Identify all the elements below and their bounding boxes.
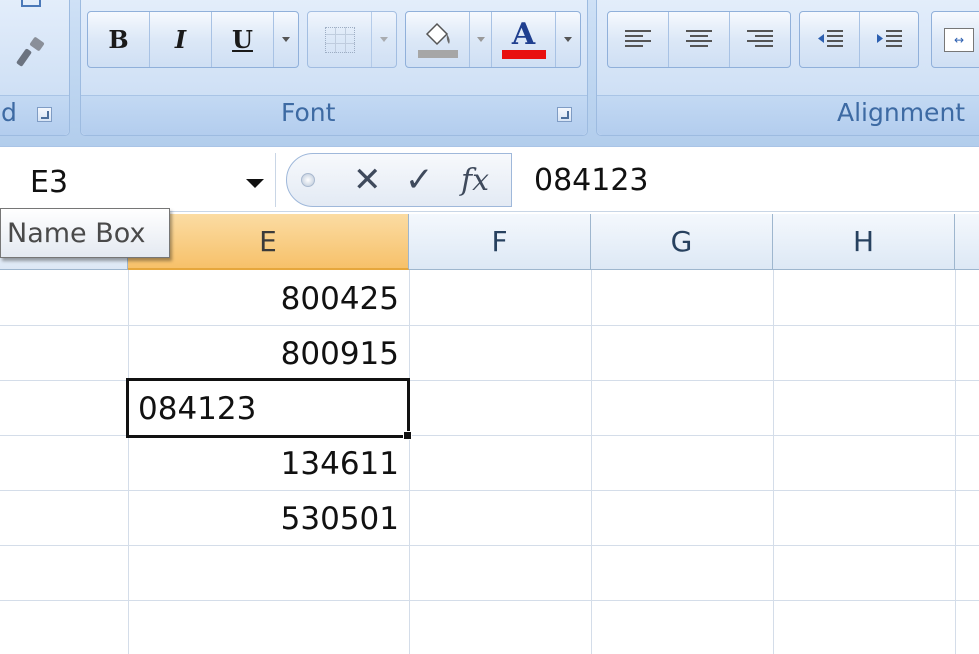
decrease-indent-button[interactable] xyxy=(800,12,860,67)
align-right-button[interactable] xyxy=(730,12,790,67)
grid-line xyxy=(773,270,774,654)
formula-input[interactable]: 084123 xyxy=(534,163,649,198)
font-color-swatch xyxy=(501,50,546,59)
decrease-indent-icon xyxy=(817,29,843,47)
alignment-group: ↔ Alignment xyxy=(596,0,979,136)
name-box-value: E3 xyxy=(30,165,69,200)
borders-button[interactable] xyxy=(307,11,397,68)
fill-handle[interactable] xyxy=(403,431,412,440)
bold-icon: B xyxy=(108,25,129,54)
column-header-e[interactable]: E xyxy=(128,214,409,270)
fill-color-swatch xyxy=(417,49,458,58)
font-group: B I U A Font xyxy=(80,0,588,136)
name-box[interactable]: E3 xyxy=(0,153,276,207)
color-buttons: A xyxy=(405,11,581,68)
cell-e6[interactable] xyxy=(128,546,409,601)
font-dialog-launcher-icon[interactable] xyxy=(557,107,572,122)
clipboard-top-icon[interactable] xyxy=(21,0,41,7)
column-header-next[interactable] xyxy=(955,214,979,270)
alignment-group-label: Alignment xyxy=(837,98,966,127)
grid-line xyxy=(409,270,410,654)
align-left-icon xyxy=(625,29,651,47)
cell-e4[interactable]: 134611 xyxy=(128,436,409,491)
merge-center-button[interactable]: ↔ xyxy=(931,11,979,68)
increase-indent-button[interactable] xyxy=(860,12,918,67)
worksheet-grid: E F G H 800425 800915 084123 134611 5305… xyxy=(0,214,979,654)
borders-icon xyxy=(324,26,355,53)
chevron-down-icon xyxy=(380,37,388,42)
column-header-g[interactable]: G xyxy=(591,214,773,270)
align-left-button[interactable] xyxy=(608,12,669,67)
grid-line xyxy=(591,270,592,654)
increase-indent-icon xyxy=(877,29,902,47)
italic-button[interactable]: I xyxy=(150,12,212,67)
tooltip-text: Name Box xyxy=(7,217,146,249)
font-group-label: Font xyxy=(281,98,336,127)
clipboard-dialog-launcher-icon[interactable] xyxy=(37,107,52,122)
fill-color-dropdown[interactable] xyxy=(470,12,492,67)
font-color-dropdown[interactable] xyxy=(556,12,580,67)
bold-button[interactable]: B xyxy=(88,12,150,67)
clipboard-group-label: d xyxy=(1,98,17,127)
align-center-icon xyxy=(686,29,712,47)
splitter-handle-icon[interactable] xyxy=(301,173,315,187)
cell-e5[interactable]: 530501 xyxy=(128,491,409,546)
fill-color-button[interactable] xyxy=(406,12,470,67)
chevron-down-icon xyxy=(476,37,485,42)
column-header-f[interactable]: F xyxy=(409,214,591,270)
column-header-h[interactable]: H xyxy=(773,214,955,270)
font-style-buttons: B I U xyxy=(87,11,299,68)
formula-bar: E3 ✕ ✓ fx 084123 xyxy=(0,146,979,212)
enter-check-icon[interactable]: ✓ xyxy=(405,160,434,200)
align-right-icon xyxy=(747,29,773,47)
cell-e1[interactable]: 800425 xyxy=(128,271,409,326)
merge-center-icon: ↔ xyxy=(944,27,974,52)
font-color-button[interactable]: A xyxy=(492,12,556,67)
clipboard-group: d xyxy=(0,0,70,136)
format-painter-icon[interactable] xyxy=(15,35,49,69)
cell-e7[interactable] xyxy=(128,601,409,654)
underline-icon: U xyxy=(232,25,253,54)
cell-e3[interactable]: 084123 xyxy=(128,381,409,436)
ribbon: d B I U A Font ↔ Alignment xyxy=(0,0,979,146)
chevron-down-icon xyxy=(564,37,572,42)
cancel-icon[interactable]: ✕ xyxy=(353,160,382,200)
underline-dropdown[interactable] xyxy=(274,12,298,67)
underline-button[interactable]: U xyxy=(212,12,274,67)
italic-icon: I xyxy=(174,25,187,54)
grid-line xyxy=(955,270,956,654)
insert-function-icon[interactable]: fx xyxy=(461,163,489,198)
cell-e2[interactable]: 800915 xyxy=(128,326,409,381)
formula-controls: ✕ ✓ fx xyxy=(286,153,512,207)
name-box-dropdown-icon[interactable] xyxy=(246,179,264,188)
borders-main[interactable] xyxy=(308,12,372,67)
align-center-button[interactable] xyxy=(669,12,730,67)
borders-dropdown[interactable] xyxy=(372,12,396,67)
indent-buttons xyxy=(799,11,919,68)
font-color-icon: A xyxy=(511,17,536,52)
chevron-down-icon xyxy=(282,37,290,42)
name-box-tooltip: Name Box xyxy=(0,208,170,258)
alignment-buttons xyxy=(607,11,791,68)
fill-bucket-icon xyxy=(425,22,450,45)
